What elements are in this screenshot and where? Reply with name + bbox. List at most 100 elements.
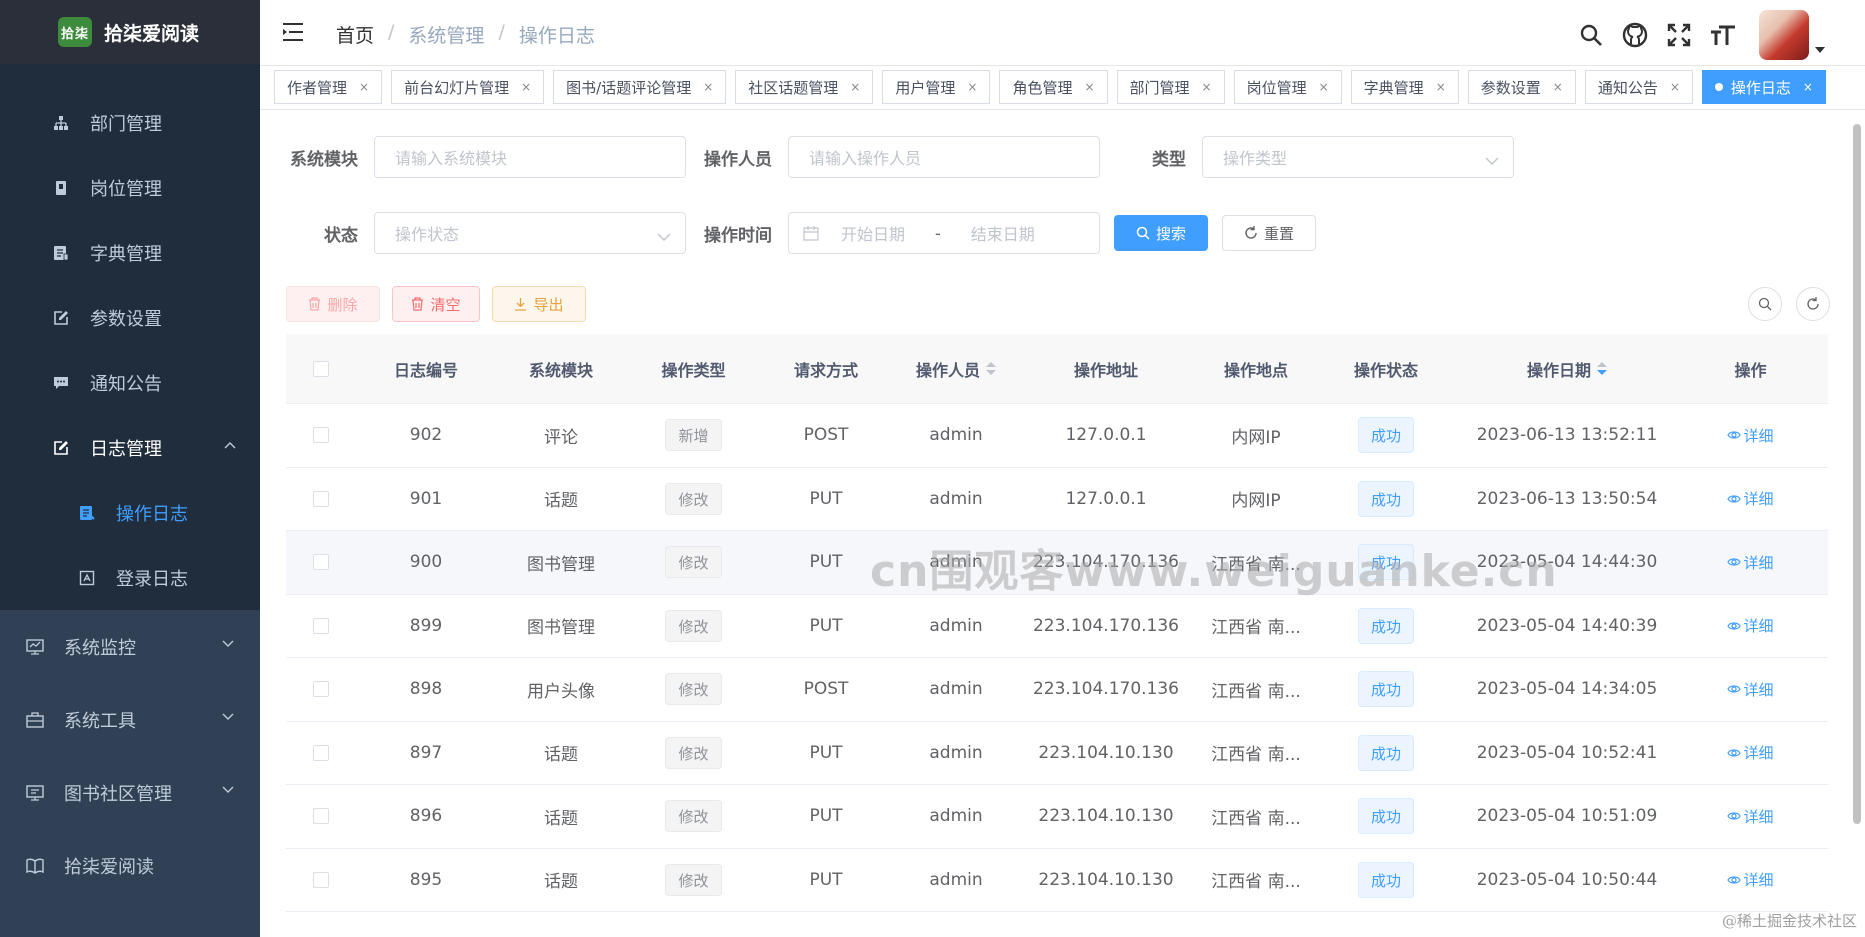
tab-item[interactable]: 通知公告 × [1584,70,1693,104]
select-all-checkbox[interactable] [313,360,329,377]
toggle-search-button[interactable] [1748,287,1782,321]
close-icon[interactable]: × [703,80,713,94]
table-row[interactable]: 902 评论 新增 POST admin 127.0.0.1 内网IP 成功 2023-06-1… [286,404,1828,468]
delete-button[interactable]: 删除 [286,286,380,322]
close-icon[interactable]: × [1084,80,1094,94]
table-row[interactable]: 896 话题 修改 PUT admin 223.104.10.130 江西省 南... 成功 2… [286,785,1828,849]
end-date-placeholder[interactable]: 结束日期 [971,221,1035,245]
table-row[interactable]: 895 话题 修改 PUT admin 223.104.10.130 江西省 南... 成功 2… [286,849,1828,912]
sidebar-item-logininfor[interactable]: 登录日志 [0,545,260,610]
column-header-sortable[interactable]: 操作日期 [1451,357,1683,381]
close-icon[interactable]: × [1202,80,1212,94]
detail-button[interactable]: 详细 [1727,425,1774,446]
operator-input[interactable]: 请输入操作人员 [788,136,1100,178]
close-icon[interactable]: × [1803,80,1813,94]
table-row[interactable]: 901 话题 修改 PUT admin 127.0.0.1 内网IP 成功 2023-06-13… [286,468,1828,531]
table-row[interactable]: 898 用户头像 修改 POST admin 223.104.170.136 江西省 南..… [286,658,1828,722]
sidebar-item-post[interactable]: 岗位管理 [0,155,260,220]
table-row[interactable]: 899 图书管理 修改 PUT admin 223.104.170.136 江西省 南...… [286,595,1828,658]
tab-item[interactable]: 岗位管理 × [1233,70,1342,104]
chevron-down-icon [657,227,671,246]
row-checkbox[interactable] [313,427,329,444]
tab-item[interactable]: 用户管理 × [882,70,991,104]
table-row[interactable]: 897 话题 修改 PUT admin 223.104.10.130 江西省 南... 成功 2… [286,722,1828,785]
close-icon[interactable]: × [1553,80,1563,94]
close-icon[interactable]: × [850,80,860,94]
detail-button[interactable]: 详细 [1727,869,1774,890]
tab-label: 通知公告 [1597,78,1658,97]
sidebar-item-tool[interactable]: 系统工具 [0,683,260,756]
table-body: 902 评论 新增 POST admin 127.0.0.1 内网IP 成功 2023-06-1… [286,404,1828,912]
module-input[interactable]: 请输入系统模块 [374,136,686,178]
tab-item[interactable]: 参数设置 × [1467,70,1576,104]
sidebar-item-log[interactable]: 日志管理 [0,415,260,480]
close-icon[interactable]: × [1436,80,1446,94]
sidebar-item-operlog[interactable]: 操作日志 [0,480,260,545]
table-cell: 修改 [626,736,761,769]
sidebar-item-label: 拾柒爱阅读 [64,856,154,878]
row-checkbox[interactable] [313,808,329,825]
detail-button[interactable]: 详细 [1727,615,1774,636]
detail-button[interactable]: 详细 [1727,806,1774,827]
detail-label: 详细 [1743,871,1774,890]
close-icon[interactable]: × [521,80,531,94]
delete-icon [411,297,424,311]
close-icon[interactable]: × [359,80,369,94]
caret-down-icon[interactable] [1815,38,1825,57]
search-icon[interactable] [1577,21,1605,49]
sidebar-item-book-community[interactable]: 图书社区管理 [0,756,260,829]
table-cell: 详细 [1683,615,1818,636]
close-icon[interactable]: × [1670,80,1680,94]
sort-caret-icon[interactable] [1597,362,1607,375]
detail-button[interactable]: 详细 [1727,488,1774,509]
type-select[interactable]: 操作类型 [1202,136,1514,178]
status-select[interactable]: 操作状态 [374,212,686,254]
sidebar-item-monitor[interactable]: 系统监控 [0,610,260,683]
date-range-picker[interactable]: 开始日期 - 结束日期 [788,212,1100,254]
cell-text: admin [929,806,983,827]
row-checkbox[interactable] [313,681,329,698]
github-icon[interactable] [1621,21,1649,49]
detail-button[interactable]: 详细 [1727,742,1774,763]
breadcrumb-home[interactable]: 首页 [336,21,374,48]
search-button[interactable]: 搜索 [1114,215,1208,251]
row-checkbox[interactable] [313,871,329,888]
row-checkbox[interactable] [313,617,329,634]
brand[interactable]: 拾柒 拾柒爱阅读 [0,0,260,64]
close-icon[interactable]: × [1319,80,1329,94]
tab-item[interactable]: 作者管理 × [274,70,383,104]
fullscreen-icon[interactable] [1665,21,1693,49]
detail-button[interactable]: 详细 [1727,679,1774,700]
tab-item[interactable]: 角色管理 × [999,70,1108,104]
tab-active[interactable]: 操作日志 × [1701,70,1826,104]
close-icon[interactable]: × [967,80,977,94]
reset-button[interactable]: 重置 [1222,215,1316,251]
row-checkbox[interactable] [313,744,329,761]
row-checkbox[interactable] [313,554,329,571]
detail-button[interactable]: 详细 [1727,552,1774,573]
sort-caret-icon[interactable] [986,362,996,375]
clear-button[interactable]: 清空 [392,286,480,322]
row-checkbox[interactable] [313,490,329,507]
refresh-button[interactable] [1796,287,1830,321]
page-scrollbar[interactable] [1853,124,1861,824]
tab-item[interactable]: 社区话题管理 × [735,70,874,104]
font-size-icon[interactable] [1709,21,1737,49]
tab-item[interactable]: 部门管理 × [1116,70,1225,104]
start-date-placeholder[interactable]: 开始日期 [841,221,905,245]
sidebar-item-notice[interactable]: 通知公告 [0,350,260,415]
tab-item[interactable]: 前台幻灯片管理 × [391,70,545,104]
hamburger-icon[interactable] [282,22,304,44]
sidebar-item-reading[interactable]: 拾柒爱阅读 [0,829,260,902]
sidebar-item-config[interactable]: 参数设置 [0,285,260,350]
operator-label: 操作人员 [704,149,772,170]
tab-item[interactable]: 字典管理 × [1350,70,1459,104]
tab-item[interactable]: 图书/话题评论管理 × [553,70,727,104]
table-cell: 127.0.0.1 [1021,489,1191,509]
sidebar-item-dept[interactable]: 部门管理 [0,90,260,155]
export-button[interactable]: 导出 [492,286,586,322]
sidebar-item-dict[interactable]: 字典管理 [0,220,260,285]
column-header-sortable[interactable]: 操作人员 [891,357,1021,381]
cell-text: 2023-05-04 10:50:44 [1476,869,1658,890]
avatar[interactable] [1759,10,1809,60]
